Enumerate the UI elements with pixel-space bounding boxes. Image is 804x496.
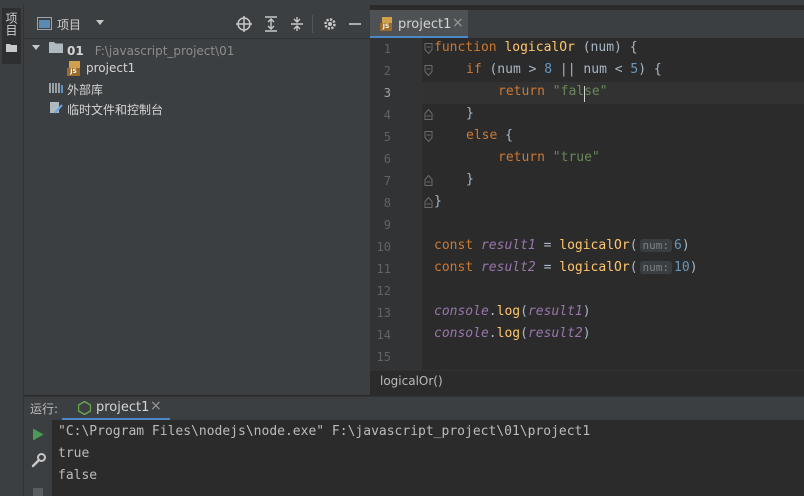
console-line: false [58, 468, 98, 483]
line-number: 2 [383, 64, 391, 78]
scratches-icon [50, 102, 63, 114]
tree-item-scratches[interactable]: 临时文件和控制台 [67, 101, 163, 118]
library-icon [49, 83, 63, 93]
expand-all-icon[interactable] [263, 16, 279, 32]
line-number: 4 [383, 108, 391, 122]
code-line-11: const result2 = logicalOr(num: 10) [434, 260, 698, 275]
tree-item-project1[interactable]: project1 [86, 61, 135, 75]
code-line-7: } [466, 172, 474, 187]
js-file-icon: JS [67, 61, 82, 76]
fold-marker-icon[interactable] [424, 65, 433, 76]
param-hint: num: [639, 261, 673, 274]
tree-item-external-libraries[interactable]: 外部库 [67, 81, 103, 98]
fold-marker-icon[interactable] [424, 43, 433, 54]
nodejs-icon [78, 401, 91, 415]
line-number: 8 [383, 196, 391, 210]
line-number: 14 [376, 328, 391, 342]
line-number: 10 [376, 240, 391, 254]
root-name: 01 [67, 44, 84, 58]
line-number: 3 [383, 86, 391, 100]
code-line-6: return "true" [498, 150, 600, 165]
line-number: 5 [383, 130, 391, 144]
param-hint: num: [639, 239, 673, 252]
gear-icon[interactable] [322, 16, 338, 32]
crosshair-icon[interactable] [236, 16, 252, 32]
line-number: 6 [383, 152, 391, 166]
chevron-down-icon[interactable] [95, 20, 105, 26]
project-view-icon [37, 17, 52, 30]
line-number: 15 [376, 350, 391, 364]
editor-tab-label: project1 [398, 17, 452, 32]
line-number: 12 [376, 284, 391, 298]
code-line-13: console.log(result1) [434, 304, 591, 319]
current-line-highlight [422, 82, 804, 104]
line-number: 7 [383, 174, 391, 188]
fold-end-marker-icon[interactable] [424, 175, 433, 186]
folder-icon [49, 42, 63, 53]
minimize-icon[interactable] [348, 16, 362, 32]
line-number: 13 [376, 306, 391, 320]
code-line-10: const result1 = logicalOr(num: 6) [434, 238, 690, 253]
run-panel-label: 运行: [30, 402, 59, 416]
line-number: 9 [383, 218, 391, 232]
breadcrumb[interactable]: logicalOr() [380, 374, 443, 388]
code-line-3: return "false" [498, 84, 608, 99]
code-line-2: if (num > 8 || num < 5) { [466, 62, 662, 77]
console-line: "C:\Program Files\nodejs\node.exe" F:\ja… [58, 424, 591, 439]
text-caret [584, 86, 585, 102]
stop-icon[interactable] [33, 488, 43, 496]
run-tab-label: project1 [96, 400, 150, 415]
line-number: 11 [376, 262, 391, 276]
fold-marker-icon[interactable] [424, 131, 433, 142]
line-number: 1 [383, 42, 391, 56]
code-line-8: } [434, 194, 442, 209]
code-line-5: else { [466, 128, 513, 143]
run-icon[interactable] [32, 428, 44, 441]
root-path: F:\javascript_project\01 [94, 44, 235, 58]
wrench-icon[interactable] [31, 453, 46, 468]
collapse-all-icon[interactable] [289, 16, 305, 32]
close-icon[interactable]: × [150, 398, 162, 414]
chevron-down-icon[interactable] [31, 44, 41, 52]
code-line-4: } [466, 106, 474, 121]
code-line-1: function logicalOr (num) { [434, 40, 638, 55]
left-tool-stripe [0, 0, 24, 496]
code-line-14: console.log(result2) [434, 326, 591, 341]
fold-end-marker-icon[interactable] [424, 197, 433, 208]
project-panel-title[interactable]: 项目 [57, 16, 81, 33]
tree-item-root[interactable]: 01 F:\javascript_project\01 [67, 40, 234, 59]
console-line: true [58, 446, 90, 461]
folder-icon [6, 44, 17, 52]
project-tool-window-label: 项目 [4, 12, 18, 36]
close-icon[interactable]: × [452, 15, 464, 31]
js-file-icon: JS [380, 17, 394, 31]
toolbar-divider [312, 15, 313, 33]
fold-end-marker-icon[interactable] [424, 109, 433, 120]
